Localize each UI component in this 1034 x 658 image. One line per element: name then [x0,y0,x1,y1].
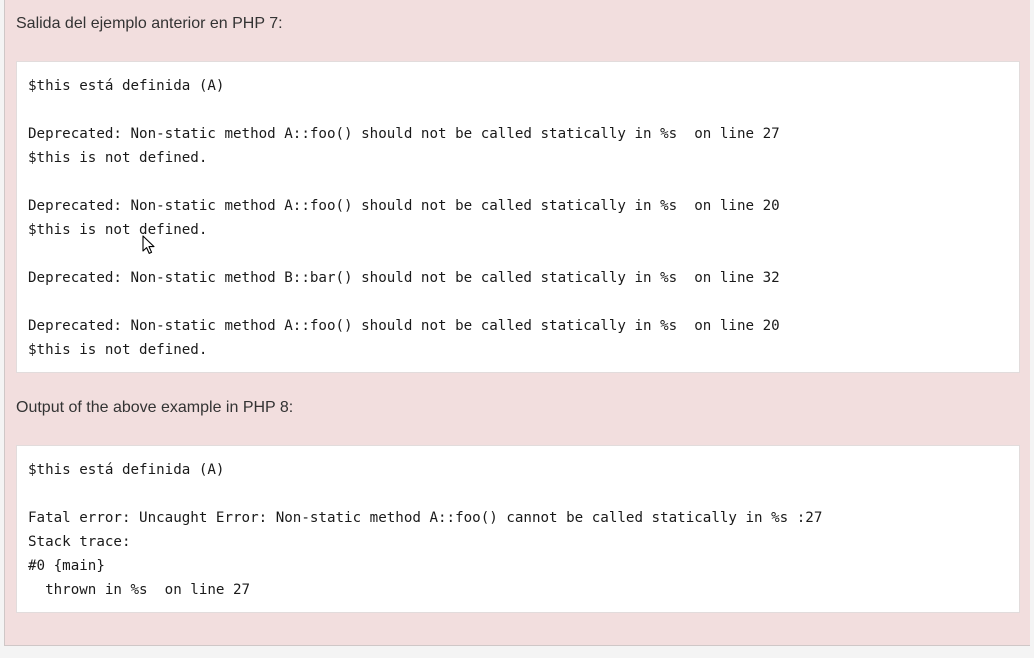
output-line: Stack trace: [28,534,131,550]
output-line: Fatal error: Uncaught Error: Non-static … [28,510,823,526]
example-output-panel: Salida del ejemplo anterior en PHP 7: $t… [4,0,1030,646]
php7-output-block: $this está definida (A) Deprecated: Non-s… [16,61,1020,373]
output-line: $this is not defined. [28,222,208,238]
output-line: Deprecated: Non-static method B::bar() s… [28,270,780,286]
output-line: $this está definida (A) [28,462,225,478]
output-line: $this is not defined. [28,150,208,166]
php8-output-code: $this está definida (A) Fatal error: Unca… [28,458,822,602]
php8-output-block: $this está definida (A) Fatal error: Unca… [16,445,1020,613]
php7-output-code: $this está definida (A) Deprecated: Non-s… [28,74,780,362]
php7-output-heading: Salida del ejemplo anterior en PHP 7: [16,15,283,32]
output-line: Deprecated: Non-static method A::foo() s… [28,318,780,334]
php8-output-heading: Output of the above example in PHP 8: [16,399,294,416]
output-line: $this is not defined. [28,342,208,358]
output-line: Deprecated: Non-static method A::foo() s… [28,126,780,142]
output-line: $this está definida (A) [28,78,225,94]
output-line: thrown in %s on line 27 [28,582,251,598]
output-line: #0 {main} [28,558,105,574]
output-line: Deprecated: Non-static method A::foo() s… [28,198,780,214]
